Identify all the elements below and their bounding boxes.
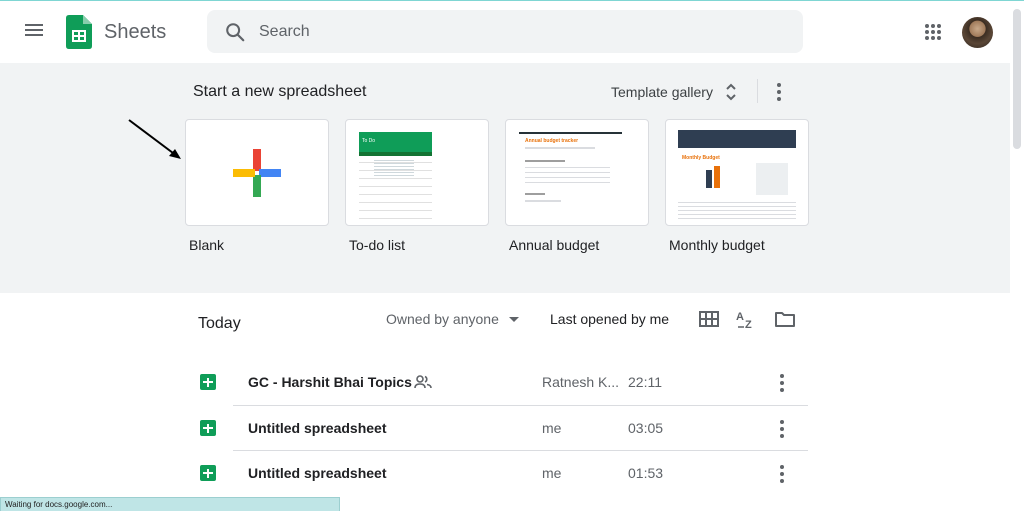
annotation-arrow (128, 119, 181, 159)
template-thumbnail[interactable]: Annual budget tracker (505, 119, 649, 226)
file-owner: me (542, 465, 562, 481)
sheets-file-icon (200, 374, 216, 390)
template-thumbnail[interactable]: Monthly Budget (665, 119, 809, 226)
file-last-opened: 22:11 (628, 374, 662, 390)
browser-status-bar: Waiting for docs.google.com... (0, 497, 340, 511)
template-gallery-button[interactable]: Template gallery (611, 81, 737, 103)
google-apps-icon[interactable] (924, 23, 942, 41)
search-input[interactable] (259, 10, 779, 53)
template-gallery-label: Template gallery (611, 84, 713, 100)
template-label: To-do list (349, 237, 406, 253)
sheets-logo-icon[interactable] (66, 15, 92, 49)
folder-icon[interactable] (775, 311, 795, 327)
svg-text:Z: Z (745, 319, 752, 329)
sheets-home: Sheets Start a new spreadsheet Template … (0, 0, 1024, 511)
template-section: Start a new spreadsheet Template gallery (0, 63, 1010, 293)
more-options-icon[interactable] (776, 419, 788, 439)
account-avatar[interactable] (962, 17, 993, 48)
template-label: Annual budget (509, 237, 600, 253)
file-last-opened: 01:53 (628, 465, 664, 481)
file-name: Untitled spreadsheet (248, 420, 387, 436)
scrollbar-thumb[interactable] (1013, 9, 1021, 149)
file-row[interactable]: Untitled spreadsheet me 03:05 (198, 406, 808, 451)
template-blank[interactable]: Blank (185, 119, 329, 253)
file-owner: me (542, 420, 562, 436)
sort-dropdown[interactable]: Last opened by me (550, 311, 669, 327)
section-today: Today (198, 315, 241, 332)
grid-view-icon[interactable] (699, 311, 719, 327)
more-options-icon[interactable] (776, 373, 788, 393)
shared-people-icon (414, 375, 432, 389)
template-label: Monthly budget (669, 237, 765, 253)
template-todo-list[interactable]: To Do To-do list (345, 119, 489, 253)
template-thumbnail[interactable] (185, 119, 329, 226)
search-bar[interactable] (207, 10, 803, 53)
sheets-file-icon (200, 420, 216, 436)
more-options-icon[interactable] (773, 82, 785, 102)
file-row[interactable]: GC - Harshit Bhai Topics Ratnesh K... 22… (198, 360, 808, 405)
plus-icon (233, 149, 281, 197)
sheets-file-icon (200, 465, 216, 481)
owner-filter-label: Owned by anyone (386, 311, 499, 327)
unfold-icon (726, 83, 736, 101)
file-name: Untitled spreadsheet (248, 465, 387, 481)
section-title: Start a new spreadsheet (193, 83, 367, 100)
svg-text:A: A (736, 311, 744, 323)
template-thumbnail[interactable]: To Do (345, 119, 489, 226)
file-name: GC - Harshit Bhai Topics (248, 374, 412, 390)
file-owner: Ratnesh K... (542, 374, 620, 390)
sort-az-icon[interactable]: A Z (736, 309, 758, 329)
search-icon[interactable] (224, 21, 246, 43)
top-bar: Sheets (0, 1, 1010, 63)
file-row[interactable]: Untitled spreadsheet me 01:53 (198, 451, 808, 496)
template-label: Blank (189, 237, 225, 253)
app-name[interactable]: Sheets (104, 21, 166, 44)
owner-filter-dropdown[interactable]: Owned by anyone (386, 311, 519, 327)
file-last-opened: 03:05 (628, 420, 664, 436)
main-menu-button[interactable] (22, 21, 46, 43)
more-options-icon[interactable] (776, 464, 788, 484)
divider (757, 79, 758, 103)
thumbnail-header: To Do (359, 132, 432, 152)
template-monthly-budget[interactable]: Monthly Budget Monthly budget (665, 119, 809, 253)
caret-down-icon (508, 316, 519, 322)
template-annual-budget[interactable]: Annual budget tracker Annual budget (505, 119, 649, 253)
